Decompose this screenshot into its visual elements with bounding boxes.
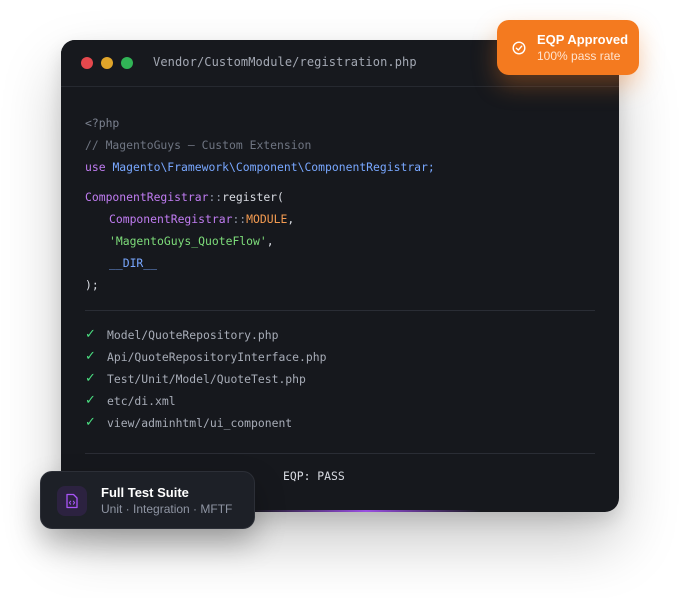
code-line-arg2: 'MagentoGuys_QuoteFlow', [109, 230, 274, 252]
checklist-label: Test/Unit/Model/QuoteTest.php [107, 372, 306, 386]
code-file-icon [57, 486, 87, 516]
use-keyword: use [85, 160, 106, 174]
suite-title: Full Test Suite [101, 485, 189, 500]
arg2-comma: , [266, 234, 274, 248]
suite-subtitle: Unit · Integration · MFTF [101, 502, 233, 516]
checkmark-icon: ✓ [85, 327, 96, 342]
method-call: register( [222, 190, 284, 204]
code-line-use: use Magento\Framework\Component\Componen… [85, 156, 435, 178]
code-line-comment: // MagentoGuys — Custom Extension [85, 138, 312, 152]
code-editor-window: Vendor/CustomModule/registration.php <?p… [61, 40, 619, 512]
checklist-label: Api/QuoteRepositoryInterface.php [107, 350, 327, 364]
checklist-label: view/adminhtml/ui_component [107, 416, 293, 430]
section-divider [85, 310, 595, 311]
arg2-string: 'MagentoGuys_QuoteFlow' [109, 234, 267, 248]
class-name: ComponentRegistrar [85, 190, 209, 204]
arg1-scope: :: [232, 212, 247, 226]
close-window-dot[interactable] [81, 57, 93, 69]
code-line-close: ); [85, 278, 99, 292]
code-line-arg3: __DIR__ [109, 256, 158, 270]
stage: Vendor/CustomModule/registration.php <?p… [0, 0, 680, 598]
code-line-php-open: <?php [85, 116, 120, 130]
eqp-status-text: EQP: PASS [283, 469, 345, 483]
arg1-comma: , [287, 212, 295, 226]
checkmark-icon: ✓ [85, 349, 96, 364]
scope-operator: :: [208, 190, 223, 204]
code-line-register: ComponentRegistrar::register( [85, 186, 284, 208]
checklist-label: etc/di.xml [107, 394, 176, 408]
checkmark-icon: ✓ [85, 371, 96, 386]
checkmark-icon: ✓ [85, 393, 96, 408]
code-line-arg1: ComponentRegistrar::MODULE, [109, 208, 294, 230]
arg1-class: ComponentRegistrar [109, 212, 233, 226]
test-suite-card: Full Test Suite Unit · Integration · MFT… [40, 471, 255, 529]
eqp-approved-badge: EQP Approved 100% pass rate [497, 20, 639, 75]
use-namespace: Magento\Framework\Component\ComponentReg… [112, 160, 435, 174]
checklist-label: Model/QuoteRepository.php [107, 328, 279, 342]
check-circle-icon [512, 40, 526, 55]
badge-subtitle: 100% pass rate [537, 49, 621, 63]
section-divider [85, 453, 595, 454]
checkmark-icon: ✓ [85, 415, 96, 430]
maximize-window-dot[interactable] [121, 57, 133, 69]
badge-title: EQP Approved [537, 32, 629, 47]
minimize-window-dot[interactable] [101, 57, 113, 69]
file-path: Vendor/CustomModule/registration.php [153, 55, 417, 69]
arg1-const: MODULE [246, 212, 288, 226]
bottom-glow-line [251, 510, 481, 512]
